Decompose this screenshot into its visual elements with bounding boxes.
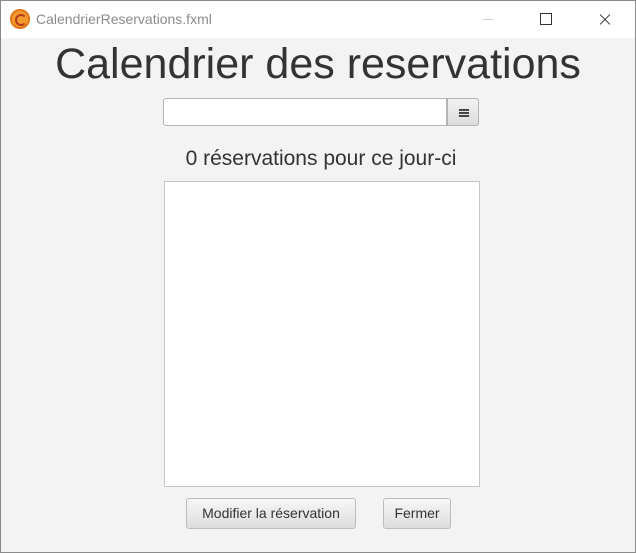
modify-reservation-button[interactable]: Modifier la réservation <box>186 498 356 529</box>
reservations-list[interactable] <box>164 181 480 487</box>
app-window: CalendrierReservations.fxml Calendrier d… <box>0 0 636 553</box>
calendar-icon <box>459 108 469 117</box>
title-bar: CalendrierReservations.fxml <box>1 1 635 38</box>
minimize-button[interactable] <box>465 1 511 38</box>
date-picker-button[interactable] <box>447 98 479 126</box>
window-title: CalendrierReservations.fxml <box>36 11 212 27</box>
date-picker-input[interactable] <box>163 98 447 126</box>
app-logo-icon <box>10 9 30 29</box>
reservation-count-label: 0 réservations pour ce jour-ci <box>185 147 457 170</box>
page-title: Calendrier des reservations <box>55 40 581 88</box>
maximize-button[interactable] <box>522 1 568 38</box>
close-button[interactable]: Fermer <box>383 498 451 529</box>
close-window-icon-button[interactable] <box>580 1 626 38</box>
